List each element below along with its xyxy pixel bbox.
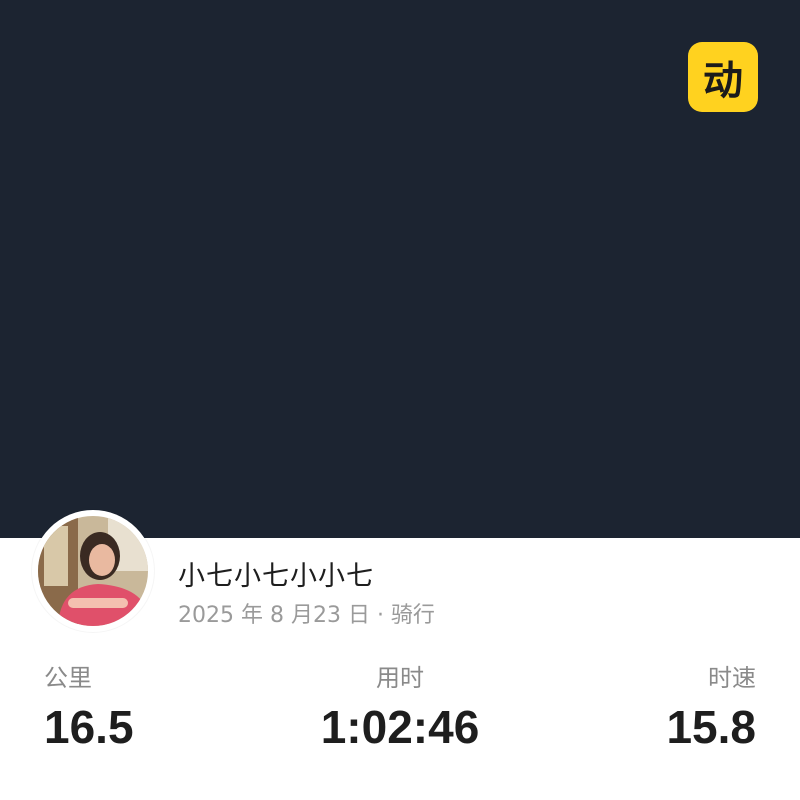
stat-label-speed: 时速 [708,664,756,692]
avatar[interactable] [32,510,154,632]
avatar-photo-icon-svg [38,516,148,626]
stat-value-distance: 16.5 [44,701,134,753]
app-logo-glyph: 动 [703,58,743,104]
stat-value-duration: 1:02:46 [320,701,480,753]
avatar-photo-icon [38,516,148,626]
activity-date-type: 2025 年 8 月23 日 · 骑行 [178,603,435,628]
stat-value-speed: 15.8 [666,701,756,753]
stat-label-duration: 用时 [376,664,424,692]
stat-label-distance: 公里 [44,664,92,692]
user-name: 小七小七小小七 [178,561,374,592]
app-logo-icon: 动 [688,42,758,112]
route-map-area [0,0,800,538]
